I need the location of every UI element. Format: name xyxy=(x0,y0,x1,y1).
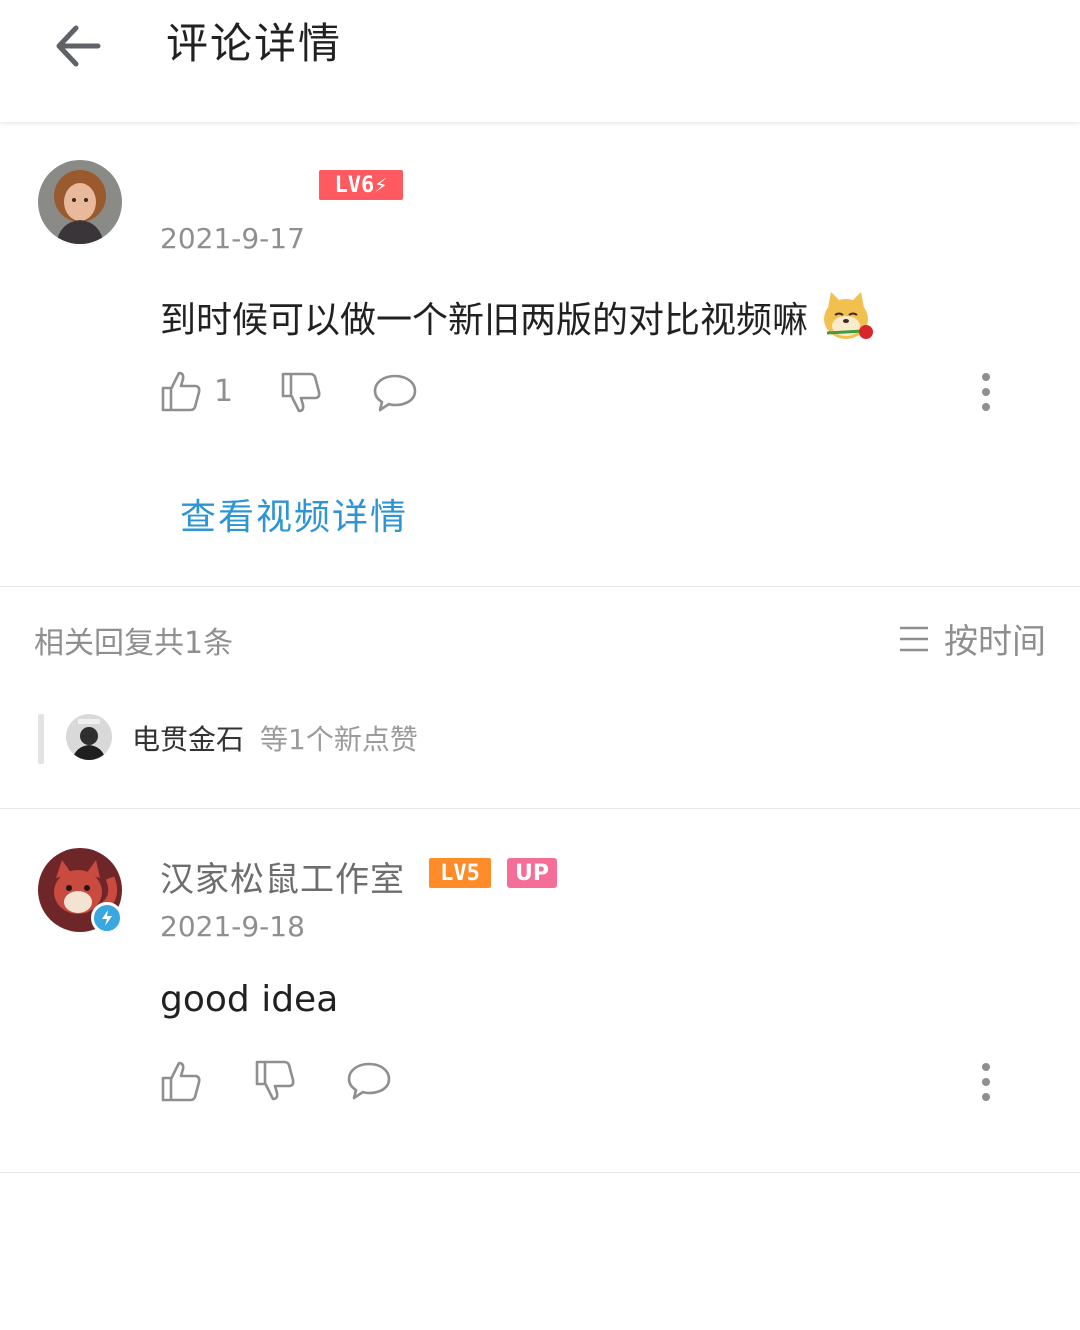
reply-button[interactable] xyxy=(372,372,418,414)
more-options-button[interactable] xyxy=(971,370,1001,414)
reply-dislike-button[interactable] xyxy=(254,1060,296,1102)
top-app-bar: 评论详情 xyxy=(0,0,1080,122)
reply-like-button[interactable] xyxy=(160,1060,202,1102)
commenter-avatar[interactable] xyxy=(38,160,122,244)
new-likes-suffix: 等1个新点赞 xyxy=(260,723,418,756)
divider xyxy=(0,808,1080,809)
menu-lines-icon xyxy=(900,626,928,651)
dislike-button[interactable] xyxy=(280,372,322,414)
more-dot xyxy=(982,403,990,411)
up-badge: UP xyxy=(507,858,557,888)
reply-date: 2021-9-18 xyxy=(160,910,305,943)
page-title: 评论详情 xyxy=(166,19,343,68)
more-dot xyxy=(982,388,990,396)
divider xyxy=(0,1172,1080,1173)
reply-more-options-button[interactable] xyxy=(971,1060,1001,1104)
more-dot xyxy=(982,1063,990,1071)
back-button[interactable] xyxy=(46,14,110,78)
doge-rose-emoji xyxy=(824,292,874,339)
more-dot xyxy=(982,373,990,381)
thumbs-up-icon xyxy=(161,1061,201,1102)
level-badge: LV6 ⚡ xyxy=(319,170,403,200)
like-button[interactable]: 1 xyxy=(160,370,233,412)
username-redacted xyxy=(150,150,320,220)
sort-label: 按时间 xyxy=(944,622,1046,662)
liker-avatar[interactable] xyxy=(66,714,112,760)
more-dot xyxy=(982,1078,990,1086)
reply-text: good idea xyxy=(160,979,339,1020)
thumbs-up-icon xyxy=(161,371,201,412)
thumbs-down-icon xyxy=(255,1060,295,1101)
new-likes-bar xyxy=(38,714,44,764)
comment-bubble-icon xyxy=(347,1062,391,1100)
verified-icon xyxy=(91,902,123,934)
comment-text: 到时候可以做一个新旧两版的对比视频嘛 xyxy=(160,288,970,345)
reply-comment-button[interactable] xyxy=(346,1060,392,1102)
level-badge: LV5 xyxy=(429,858,491,888)
reply-author-name[interactable]: 汉家松鼠工作室 xyxy=(160,852,405,901)
liker-name[interactable]: 电贯金石 xyxy=(132,718,244,758)
more-dot xyxy=(982,1093,990,1101)
thumbs-down-icon xyxy=(281,372,321,413)
divider xyxy=(0,586,1080,587)
arrow-left-icon xyxy=(56,25,101,67)
sort-by-time-button[interactable]: 按时间 xyxy=(898,614,1046,663)
comment-date: 2021-9-17 xyxy=(160,222,305,255)
view-video-link[interactable]: 查看视频详情 xyxy=(180,488,408,540)
reply-count-label: 相关回复共1条 xyxy=(34,626,234,661)
like-count: 1 xyxy=(214,373,234,409)
comment-bubble-icon xyxy=(373,374,417,412)
